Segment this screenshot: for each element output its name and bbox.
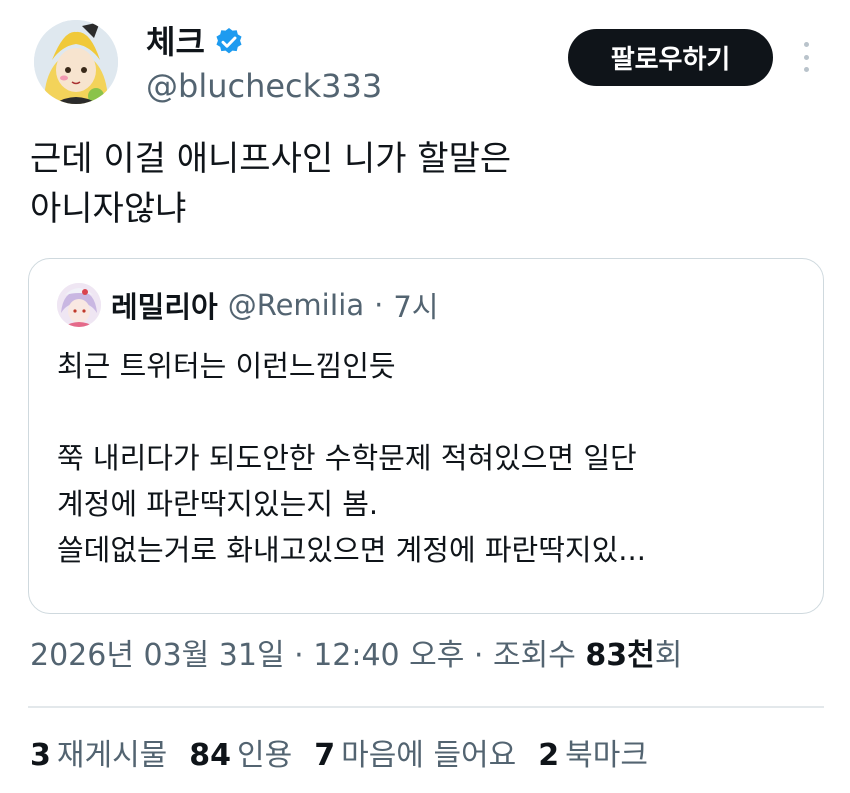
- stat-count: 2: [538, 738, 560, 773]
- views-label: 조회수: [493, 638, 586, 673]
- reposts-stat[interactable]: 3 재게시물: [30, 734, 167, 778]
- verified-badge-icon: [216, 28, 242, 54]
- author-display-name[interactable]: 체크: [146, 22, 205, 62]
- bookmarks-stat[interactable]: 2 북마크: [538, 734, 648, 778]
- tweet-text: 근데 이걸 애니프사인 니가 할말은 아니자않냐: [30, 134, 810, 234]
- tweet-line: 근데 이걸 애니프사인 니가 할말은: [30, 139, 512, 179]
- views-count: 83천: [585, 638, 655, 673]
- likes-stat[interactable]: 7 마음에 들어요: [314, 734, 516, 778]
- more-dot: [803, 54, 809, 60]
- quoted-line: 쓸데없는거로 화내고있으면 계정에 파란딱지있...: [57, 533, 646, 567]
- more-dot: [803, 42, 809, 47]
- views-suffix: 회: [654, 638, 683, 673]
- quoted-tweet-header: 레밀리아 @RemiIia · 7시: [57, 283, 438, 327]
- quotes-stat[interactable]: 84 인용: [189, 734, 292, 778]
- quoted-meta-separator: ·: [374, 288, 384, 322]
- follow-button[interactable]: 팔로우하기: [568, 29, 773, 86]
- quoted-author-avatar: [57, 283, 101, 327]
- quoted-timestamp: 7시: [393, 290, 439, 324]
- stat-count: 7: [314, 738, 336, 773]
- author-avatar[interactable]: [34, 20, 118, 104]
- quoted-avatar-image: [57, 283, 101, 327]
- more-dot: [803, 67, 809, 72]
- quoted-author-name: 레밀리아: [111, 290, 218, 324]
- tweet-date[interactable]: 2026년 03월 31일: [30, 638, 285, 673]
- quoted-line: 쭉 내리다가 되도안한 수학문제 적혀있으면 일단: [57, 441, 637, 475]
- stat-count: 3: [30, 738, 51, 773]
- more-vertical-icon[interactable]: [794, 38, 818, 76]
- quoted-author-handle: @RemiIia: [227, 288, 365, 322]
- engagement-stats: 3 재게시물 84 인용 7 마음에 들어요 2 북마크: [30, 734, 648, 778]
- stat-count: 84: [189, 738, 232, 773]
- quoted-tweet-text: 최근 트위터는 이런느낌인듯 쭉 내리다가 되도안한 수학문제 적혀있으면 일단…: [57, 343, 807, 573]
- avatar-image: [34, 20, 118, 104]
- quoted-tweet-card[interactable]: 레밀리아 @RemiIia · 7시 최근 트위터는 이런느낌인듯 쭉 내리다가…: [28, 258, 824, 614]
- meta-separator: ·: [464, 638, 493, 673]
- tweet-line: 아니자않냐: [30, 189, 187, 229]
- author-handle[interactable]: @blucheck333: [146, 66, 382, 106]
- tweet-meta: 2026년 03월 31일 · 12:40 오후 · 조회수 83천회: [30, 634, 682, 678]
- stat-label: 재게시물: [56, 738, 168, 773]
- quoted-line: 계정에 파란딱지있는지 봄.: [57, 487, 379, 521]
- quoted-line: 최근 트위터는 이런느낌인듯: [57, 349, 396, 383]
- tweet-time[interactable]: 12:40 오후: [313, 638, 464, 673]
- stat-label: 인용: [237, 738, 293, 773]
- meta-separator: ·: [284, 638, 314, 673]
- stat-label: 마음에 들어요: [341, 738, 517, 773]
- divider: [28, 706, 824, 708]
- stat-label: 북마크: [565, 738, 648, 773]
- quoted-line: [57, 389, 807, 435]
